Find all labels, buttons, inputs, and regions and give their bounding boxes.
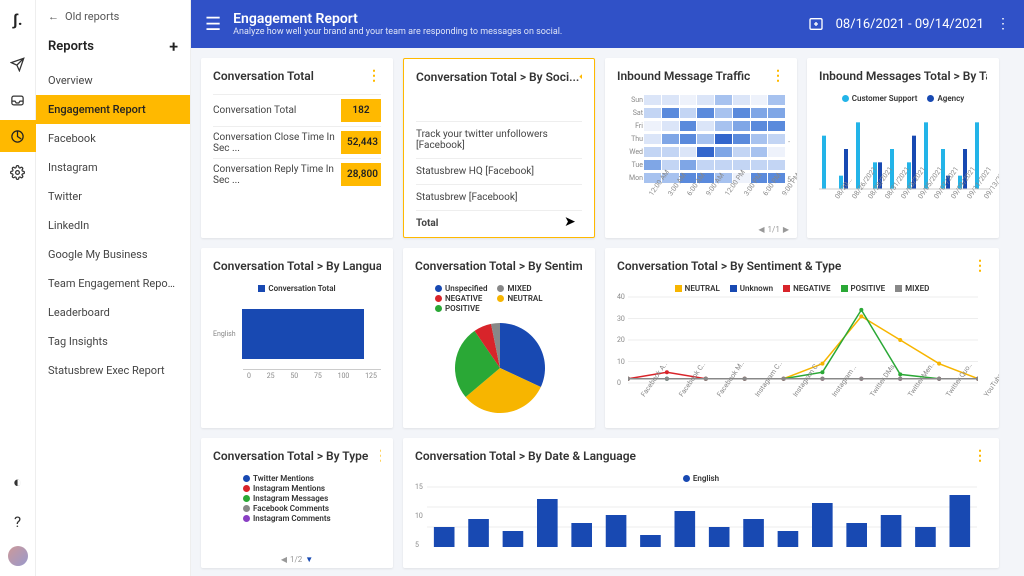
- pager-label: 1/1: [768, 225, 780, 234]
- chart-legend: English: [415, 474, 987, 483]
- chart-legend: Conversation Total: [213, 284, 381, 293]
- card-title: Inbound Message Traffic: [617, 69, 750, 83]
- page-subtitle: Analyze how well your brand and your tea…: [233, 27, 562, 37]
- nav-reports-icon[interactable]: [0, 120, 36, 152]
- drag-icon[interactable]: ✥: [579, 70, 582, 84]
- card-menu-icon[interactable]: ⋮: [367, 68, 381, 84]
- nav-send-icon[interactable]: [0, 48, 36, 80]
- chevron-left-icon: ←: [48, 10, 59, 23]
- card-by-language: Conversation Total > By Language⋮ Conver…: [201, 248, 393, 428]
- card-conv-total: Conversation Total ⋮ Conversation Total 18…: [201, 58, 393, 238]
- sidebar-item-team[interactable]: Team Engagement Reports: [36, 269, 190, 298]
- theme-icon[interactable]: ◐: [0, 466, 36, 498]
- axis-label: English: [213, 330, 236, 338]
- pie-chart: [415, 313, 585, 423]
- bar-chart: [427, 483, 977, 549]
- list-row[interactable]: Statusbrew HQ [Facebook]: [416, 158, 582, 184]
- card-by-date-lang: Conversation Total > By Date & Language ⋮…: [403, 438, 999, 568]
- card-traffic: Inbound Message Traffic ⋮ SunSatFriThuWed…: [605, 58, 797, 238]
- stat-value: 182: [341, 99, 381, 122]
- page-title: Engagement Report: [233, 11, 562, 27]
- heatmap: SunSatFriThuWedTueMon: [617, 94, 785, 184]
- card-title: Conversation Total: [213, 69, 314, 83]
- card-menu-icon[interactable]: ⋮: [973, 448, 987, 464]
- list-row[interactable]: Track your twitter unfollowers [Facebook…: [416, 121, 582, 158]
- nav-rail: ʃ. ◐ ?: [0, 0, 36, 576]
- card-menu-icon[interactable]: ⋮: [973, 258, 987, 274]
- back-link[interactable]: ← Old reports: [36, 0, 190, 33]
- list-row-total[interactable]: Total: [416, 210, 582, 236]
- user-avatar[interactable]: [8, 546, 28, 566]
- card-by-sentiment: Conversation Total > By Sentiment⋮ Unspe…: [403, 248, 595, 428]
- stat-label: Conversation Reply Time In Sec ...: [213, 164, 341, 186]
- sidebar-item-gmb[interactable]: Google My Business: [36, 240, 190, 269]
- stat-value: 28,800: [341, 163, 381, 186]
- hamburger-icon[interactable]: ☰: [205, 14, 221, 35]
- sidebar-item-overview[interactable]: Overview: [36, 66, 190, 95]
- card-by-tag: Inbound Messages Total > By Tag⋮ Custome…: [807, 58, 999, 238]
- chart-legend: Customer Support Agency: [819, 94, 987, 103]
- pager-label: 1/2: [290, 555, 302, 564]
- card-menu-icon[interactable]: ⋮: [374, 448, 381, 464]
- topbar-more-icon[interactable]: ⋮: [996, 16, 1010, 32]
- help-icon[interactable]: ?: [0, 506, 36, 538]
- sidebar-item-linkedin[interactable]: LinkedIn: [36, 211, 190, 240]
- stat-label: Conversation Total: [213, 105, 296, 116]
- card-title: Conversation Total > By Language: [213, 259, 381, 273]
- chart-legend: Twitter MentionsInstagram MentionsInstag…: [243, 474, 381, 523]
- card-title: Inbound Messages Total > By Tag: [819, 69, 987, 83]
- card-title: Conversation Total > By Sentiment: [415, 259, 583, 273]
- pager-next-icon[interactable]: ▼: [305, 555, 313, 564]
- card-title: Conversation Total > By Date & Language: [415, 449, 636, 463]
- card-by-type: Conversation Total > By Type ⋮ Twitter Me…: [201, 438, 393, 568]
- pager-prev-icon[interactable]: ◀: [758, 225, 764, 234]
- nav-inbox-icon[interactable]: [0, 84, 36, 116]
- card-title: Conversation Total > By Sentiment & Type: [617, 259, 841, 273]
- pager-next-icon[interactable]: ▶: [783, 225, 789, 234]
- pager-prev-icon[interactable]: ◀: [281, 555, 287, 564]
- add-report-icon[interactable]: +: [169, 37, 178, 56]
- card-by-sentiment-type: Conversation Total > By Sentiment & Type…: [605, 248, 999, 428]
- card-by-social: ➤ Conversation Total > By Soci...✥⋮ Trac…: [403, 58, 595, 238]
- list-row[interactable]: Statusbrew [Facebook]: [416, 184, 582, 210]
- brand-logo[interactable]: ʃ.: [13, 10, 23, 30]
- bar: [242, 309, 365, 359]
- sidebar-item-instagram[interactable]: Instagram: [36, 153, 190, 182]
- dashboard-grid: Conversation Total ⋮ Conversation Total 18…: [191, 48, 1024, 576]
- chart-legend: NEUTRALUnknownNEGATIVEPOSITIVEMIXED: [617, 284, 987, 293]
- add-widget-icon[interactable]: [808, 16, 824, 32]
- sidebar-item-exec[interactable]: Statusbrew Exec Report: [36, 356, 190, 385]
- stat-label: Conversation Close Time In Sec ...: [213, 132, 341, 154]
- stat-value: 52,443: [341, 131, 381, 154]
- sidebar-item-engagement[interactable]: Engagement Report: [36, 95, 190, 124]
- sidebar-item-leaderboard[interactable]: Leaderboard: [36, 298, 190, 327]
- nav-settings-icon[interactable]: [0, 156, 36, 188]
- topbar: ☰ Engagement Report Analyze how well you…: [191, 0, 1024, 48]
- back-label: Old reports: [65, 10, 119, 23]
- sidebar-item-tags[interactable]: Tag Insights: [36, 327, 190, 356]
- sidebar-heading: Reports+: [36, 33, 190, 66]
- chart-legend: UnspecifiedNEGATIVEPOSITIVEMIXEDNEUTRAL: [435, 284, 583, 313]
- sidebar: ← Old reports Reports+ Overview Engagemen…: [36, 0, 191, 576]
- card-menu-icon[interactable]: ⋮: [771, 68, 785, 84]
- card-title: Conversation Total > By Soci...: [416, 70, 579, 84]
- sidebar-item-facebook[interactable]: Facebook: [36, 124, 190, 153]
- date-range[interactable]: 08/16/2021 - 09/14/2021: [836, 17, 984, 32]
- sidebar-item-twitter[interactable]: Twitter: [36, 182, 190, 211]
- card-title: Conversation Total > By Type: [213, 449, 368, 463]
